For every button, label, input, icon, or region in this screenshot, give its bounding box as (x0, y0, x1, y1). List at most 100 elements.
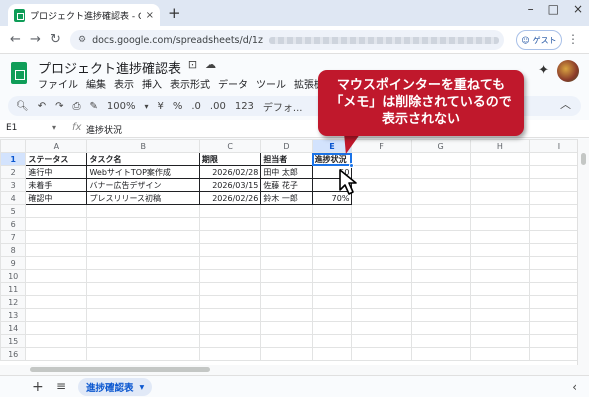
row-header[interactable]: 1 (0, 152, 27, 166)
cell[interactable] (351, 347, 412, 361)
cell[interactable] (410, 178, 471, 192)
cell[interactable] (86, 217, 200, 231)
cell[interactable] (260, 256, 313, 270)
close-window-icon[interactable]: × (573, 2, 583, 16)
cell[interactable]: 担当者 (260, 152, 313, 166)
menu-insert[interactable]: 挿入 (142, 76, 162, 91)
cell[interactable] (86, 295, 200, 309)
vertical-scrollbar[interactable] (577, 139, 589, 375)
move-folder-icon[interactable]: ⊡ (188, 58, 197, 71)
menu-edit[interactable]: 編集 (86, 76, 106, 91)
avatar[interactable] (557, 60, 579, 82)
cell[interactable] (198, 269, 262, 283)
cell[interactable] (351, 256, 412, 270)
all-sheets-button[interactable]: ≡ (56, 379, 66, 393)
column-header[interactable]: D (260, 139, 313, 153)
cell[interactable] (410, 321, 471, 335)
sheet-tab-active[interactable]: 進捗確認表 ▾ (78, 378, 153, 396)
add-sheet-button[interactable]: + (32, 379, 44, 395)
cell[interactable]: 2026/03/15 (198, 178, 262, 192)
print-icon[interactable]: ⎙ (72, 101, 80, 112)
menu-data[interactable]: データ (218, 76, 248, 91)
cell[interactable] (198, 321, 262, 335)
row-header[interactable]: 12 (0, 295, 27, 309)
cell[interactable] (311, 347, 353, 361)
cell[interactable]: 期限 (198, 152, 262, 166)
cell[interactable]: ステータス (25, 152, 88, 166)
cell[interactable] (410, 282, 471, 296)
font-select[interactable]: デフォ... (263, 99, 303, 114)
cell[interactable] (260, 282, 313, 296)
row-header[interactable]: 9 (0, 256, 27, 270)
row-header[interactable]: 10 (0, 269, 27, 283)
chevron-down-icon[interactable]: ▾ (144, 102, 148, 111)
cell[interactable] (311, 282, 353, 296)
cloud-status-icon[interactable]: ☁ (205, 58, 216, 71)
cell[interactable]: 佐藤 花子 (260, 178, 313, 192)
cell[interactable]: 田中 太郎 (260, 165, 313, 179)
select-all-corner[interactable] (0, 139, 27, 153)
sheets-logo-icon[interactable] (11, 62, 27, 84)
cell[interactable]: 未着手 (25, 178, 88, 192)
menu-format[interactable]: 表示形式 (170, 76, 210, 91)
cell[interactable] (311, 334, 353, 348)
cell[interactable] (469, 217, 530, 231)
cell[interactable] (25, 243, 88, 257)
cell[interactable] (469, 308, 530, 322)
cell[interactable] (469, 256, 530, 270)
back-icon[interactable]: ← (10, 32, 21, 47)
cell[interactable] (351, 269, 412, 283)
cell[interactable] (410, 269, 471, 283)
menu-tools[interactable]: ツール (256, 76, 286, 91)
horizontal-scroll-thumb[interactable] (30, 367, 210, 372)
cell[interactable] (351, 243, 412, 257)
cell[interactable]: タスク名 (86, 152, 200, 166)
menu-view[interactable]: 表示 (114, 76, 134, 91)
row-header[interactable]: 13 (0, 308, 27, 322)
cell[interactable] (410, 165, 471, 179)
cell[interactable] (469, 178, 530, 192)
cell[interactable] (469, 334, 530, 348)
cell[interactable] (260, 204, 313, 218)
url-input[interactable]: ⚙ docs.google.com/spreadsheets/d/1z (70, 30, 504, 50)
cell[interactable] (351, 230, 412, 244)
redo-icon[interactable]: ↷ (55, 101, 63, 112)
cell[interactable] (410, 152, 471, 166)
chevron-down-icon[interactable]: ▾ (52, 123, 56, 132)
cell[interactable] (311, 269, 353, 283)
cell[interactable] (260, 321, 313, 335)
cell[interactable] (410, 308, 471, 322)
cell[interactable] (351, 308, 412, 322)
cell[interactable] (469, 347, 530, 361)
collapse-sidebar-icon[interactable]: ‹ (572, 380, 577, 394)
cell[interactable] (469, 243, 530, 257)
cell[interactable] (25, 321, 88, 335)
cell[interactable] (410, 347, 471, 361)
cell[interactable]: バナー広告デザイン (86, 178, 200, 192)
column-header[interactable]: H (469, 139, 530, 153)
collapse-toolbar-icon[interactable]: ︿ (560, 96, 571, 112)
search-menus-icon[interactable]: 🔍︎ (16, 101, 29, 112)
cell[interactable] (86, 282, 200, 296)
cell[interactable] (86, 347, 200, 361)
minimize-icon[interactable]: – (528, 2, 534, 16)
cell[interactable] (410, 243, 471, 257)
cell[interactable] (469, 191, 530, 205)
cell[interactable] (260, 230, 313, 244)
cell[interactable] (311, 204, 353, 218)
new-tab-button[interactable]: + (168, 4, 181, 22)
chevron-down-icon[interactable]: ▾ (140, 382, 145, 393)
cell[interactable] (86, 230, 200, 244)
close-tab-icon[interactable]: × (146, 10, 154, 21)
cell[interactable] (311, 256, 353, 270)
forward-icon[interactable]: → (30, 32, 41, 47)
row-header[interactable]: 3 (0, 178, 27, 192)
cell[interactable] (351, 204, 412, 218)
cell[interactable] (198, 334, 262, 348)
cell[interactable] (198, 217, 262, 231)
cell[interactable]: 2026/02/28 (198, 165, 262, 179)
cell[interactable] (198, 230, 262, 244)
cell[interactable] (86, 321, 200, 335)
cell[interactable] (86, 243, 200, 257)
column-header[interactable]: C (198, 139, 262, 153)
